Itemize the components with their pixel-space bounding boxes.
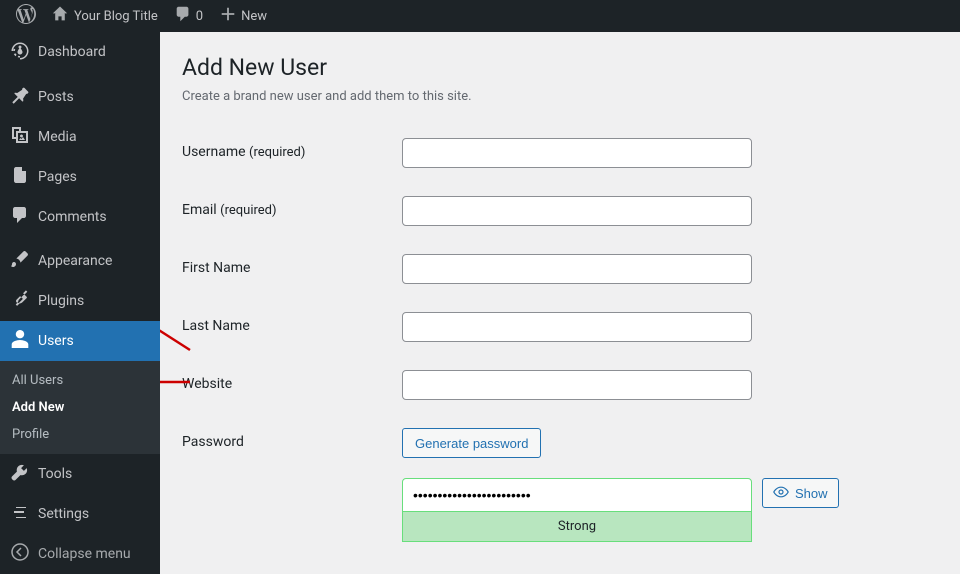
admin-sidebar: Dashboard Posts Media Pages Comments App… [0, 32, 160, 574]
show-password-button[interactable]: Show [762, 478, 839, 508]
user-icon [10, 329, 30, 353]
site-title-text: Your Blog Title [74, 9, 158, 24]
plus-icon [219, 5, 241, 27]
pages-icon [10, 165, 30, 189]
admin-bar: Your Blog Title 0 New [0, 0, 960, 32]
sliders-icon [10, 502, 30, 526]
wordpress-icon [16, 4, 36, 28]
menu-posts[interactable]: Posts [0, 77, 160, 117]
password-strength: Strong [402, 512, 752, 542]
collapse-menu[interactable]: Collapse menu [0, 534, 160, 574]
password-label: Password [182, 428, 402, 450]
menu-settings[interactable]: Settings [0, 494, 160, 534]
eye-icon [773, 484, 789, 503]
username-label: Username (required) [182, 138, 402, 160]
dashboard-icon [10, 40, 30, 64]
submenu-all-users[interactable]: All Users [0, 367, 160, 394]
wp-logo[interactable] [8, 0, 44, 32]
wrench-icon [10, 462, 30, 486]
generate-password-button[interactable]: Generate password [402, 428, 541, 458]
website-label: Website [182, 370, 402, 392]
plug-icon [10, 289, 30, 313]
menu-appearance[interactable]: Appearance [0, 241, 160, 281]
new-content[interactable]: New [211, 0, 275, 32]
menu-comments[interactable]: Comments [0, 197, 160, 237]
submenu-add-new[interactable]: Add New [0, 394, 160, 421]
password-input[interactable] [402, 478, 752, 512]
comment-icon [174, 5, 192, 27]
page-title: Add New User [182, 54, 938, 81]
menu-plugins[interactable]: Plugins [0, 281, 160, 321]
menu-dashboard[interactable]: Dashboard [0, 32, 160, 72]
email-label: Email (required) [182, 196, 402, 218]
lastname-label: Last Name [182, 312, 402, 334]
users-submenu: All Users Add New Profile [0, 361, 160, 454]
page-subtitle: Create a brand new user and add them to … [182, 89, 938, 104]
menu-users[interactable]: Users [0, 321, 160, 361]
new-label: New [241, 9, 267, 24]
comments-count[interactable]: 0 [166, 0, 211, 32]
submenu-profile[interactable]: Profile [0, 421, 160, 448]
media-icon [10, 125, 30, 149]
site-name[interactable]: Your Blog Title [44, 0, 166, 32]
firstname-input[interactable] [402, 254, 752, 284]
comments-icon [10, 205, 30, 229]
menu-pages[interactable]: Pages [0, 157, 160, 197]
comment-count-text: 0 [196, 9, 203, 24]
menu-media[interactable]: Media [0, 117, 160, 157]
username-input[interactable] [402, 138, 752, 168]
menu-tools[interactable]: Tools [0, 454, 160, 494]
collapse-icon [10, 542, 30, 566]
main-content: Add New User Create a brand new user and… [160, 32, 960, 574]
home-icon [52, 6, 74, 26]
lastname-input[interactable] [402, 312, 752, 342]
firstname-label: First Name [182, 254, 402, 276]
pin-icon [10, 85, 30, 109]
brush-icon [10, 249, 30, 273]
website-input[interactable] [402, 370, 752, 400]
email-input[interactable] [402, 196, 752, 226]
